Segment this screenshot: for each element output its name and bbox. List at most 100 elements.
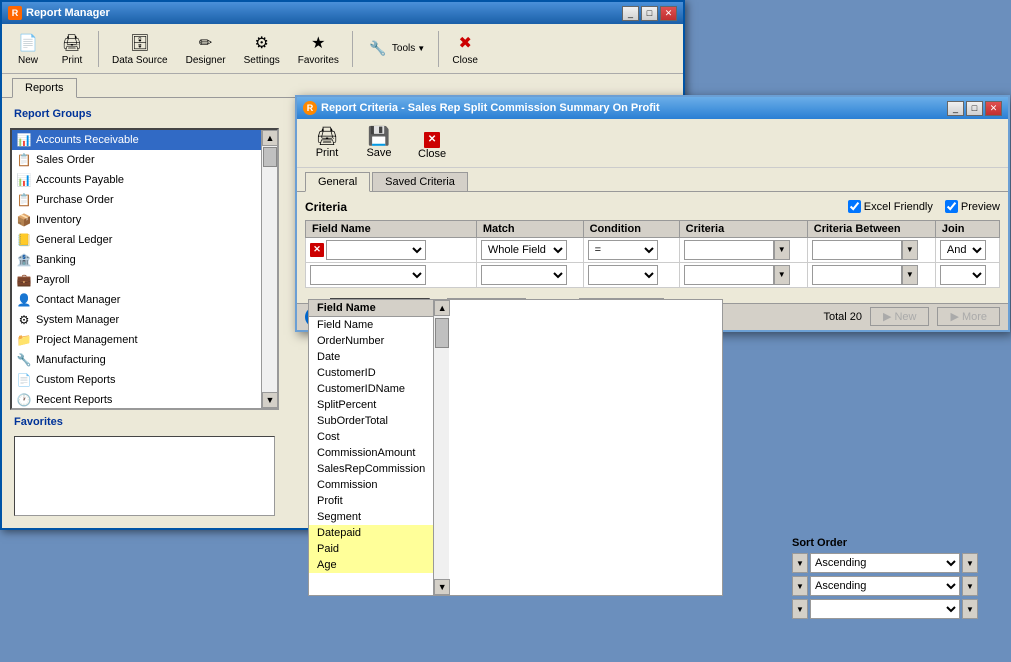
- criteria-maximize-button[interactable]: □: [966, 101, 983, 116]
- report-group-project-management[interactable]: 📁 Project Management: [12, 330, 261, 350]
- sort-row3-select[interactable]: [810, 599, 960, 619]
- saved-criteria-tab[interactable]: Saved Criteria: [372, 172, 468, 191]
- sort-order-section: Sort Order ▼ Ascending ▼ ▼ Ascending ▼ ▼: [792, 537, 992, 622]
- report-group-purchase-order[interactable]: 📋 Purchase Order: [12, 190, 261, 210]
- sort-row1-select[interactable]: Ascending: [810, 553, 960, 573]
- preview-checkbox-label[interactable]: Preview: [945, 200, 1000, 213]
- field-item-fieldname[interactable]: Field Name: [309, 317, 433, 333]
- field-item-segment[interactable]: Segment: [309, 509, 433, 525]
- print-button[interactable]: 🖨 Print: [52, 28, 92, 69]
- settings-label: Settings: [244, 55, 280, 66]
- row1-field-select[interactable]: [326, 240, 426, 260]
- sort-row3-right-btn[interactable]: ▼: [962, 599, 978, 619]
- row1-criteria-dropdown-btn[interactable]: ▼: [774, 240, 790, 260]
- print-label: Print: [62, 55, 83, 66]
- field-item-commission[interactable]: Commission: [309, 477, 433, 493]
- rm-close-button[interactable]: ✖ Close: [445, 28, 485, 69]
- field-item-subordertotal[interactable]: SubOrderTotal: [309, 413, 433, 429]
- settings-button[interactable]: ⚙ Settings: [237, 28, 287, 69]
- new-icon: 📄: [16, 31, 40, 55]
- preview-checkbox[interactable]: [945, 200, 958, 213]
- report-group-custom-reports[interactable]: 📄 Custom Reports: [12, 370, 261, 390]
- row1-match-select[interactable]: Whole Field: [481, 240, 567, 260]
- favorites-button[interactable]: ★ Favorites: [291, 28, 346, 69]
- scroll-thumb[interactable]: [263, 147, 277, 167]
- row1-criteria-between-input[interactable]: [812, 240, 902, 260]
- close-button[interactable]: ✕: [660, 6, 677, 21]
- report-groups-list-container: 📊 Accounts Receivable 📋 Sales Order 📊 Ac…: [10, 128, 279, 410]
- custom-reports-icon: 📄: [16, 372, 32, 388]
- field-item-age[interactable]: Age: [309, 557, 433, 573]
- field-item-salesrepcommission[interactable]: SalesRepCommission: [309, 461, 433, 477]
- row1-criteria-between-btn[interactable]: ▼: [902, 240, 918, 260]
- datasource-button[interactable]: 🗄 Data Source: [105, 28, 175, 69]
- report-group-recent-reports[interactable]: 🕐 Recent Reports: [12, 390, 261, 408]
- criteria-close-button[interactable]: ✕: [985, 101, 1002, 116]
- row2-condition-select[interactable]: [588, 265, 658, 285]
- field-scroll-thumb[interactable]: [435, 318, 449, 348]
- field-scroll-up-btn[interactable]: ▲: [434, 300, 450, 316]
- rm-close-icon: ✖: [453, 31, 477, 55]
- designer-button[interactable]: ✏ Designer: [179, 28, 233, 69]
- reports-tab[interactable]: Reports: [12, 78, 77, 98]
- field-item-ordernumber[interactable]: OrderNumber: [309, 333, 433, 349]
- field-item-splitpercent[interactable]: SplitPercent: [309, 397, 433, 413]
- maximize-button[interactable]: □: [641, 6, 658, 21]
- row2-join-select[interactable]: [940, 265, 986, 285]
- tools-icon: 🔧: [366, 37, 390, 61]
- field-item-datepaid[interactable]: Datepaid: [309, 525, 433, 541]
- row2-criteria-input[interactable]: [684, 265, 774, 285]
- row2-criteria-dropdown-btn[interactable]: ▼: [774, 265, 790, 285]
- favorites-label: Favorites: [298, 55, 339, 66]
- field-item-commissionamount[interactable]: CommissionAmount: [309, 445, 433, 461]
- report-group-accounts-receivable[interactable]: 📊 Accounts Receivable: [12, 130, 261, 150]
- sort-row1-left-btn[interactable]: ▼: [792, 553, 808, 573]
- row1-join-select[interactable]: And: [940, 240, 986, 260]
- row2-match-select[interactable]: [481, 265, 567, 285]
- report-group-contact-manager[interactable]: 👤 Contact Manager: [12, 290, 261, 310]
- status-new-button[interactable]: ▶ New: [870, 307, 929, 326]
- report-group-system-manager[interactable]: ⚙ System Manager: [12, 310, 261, 330]
- sort-row2-select[interactable]: Ascending: [810, 576, 960, 596]
- sort-row1-right-btn[interactable]: ▼: [962, 553, 978, 573]
- row2-criteria-between-btn[interactable]: ▼: [902, 265, 918, 285]
- criteria-close-btn[interactable]: ✕ Close: [409, 123, 455, 163]
- field-item-date[interactable]: Date: [309, 349, 433, 365]
- criteria-print-button[interactable]: 🖨 Print: [305, 123, 349, 163]
- field-item-customeridname[interactable]: CustomerIDName: [309, 381, 433, 397]
- field-scroll-down-btn[interactable]: ▼: [434, 579, 450, 595]
- report-group-manufacturing[interactable]: 🔧 Manufacturing: [12, 350, 261, 370]
- scroll-up-btn[interactable]: ▲: [262, 130, 278, 146]
- sort-row2-left-btn[interactable]: ▼: [792, 576, 808, 596]
- contact-manager-icon: 👤: [16, 292, 32, 308]
- status-more-button[interactable]: ▶ More: [937, 307, 1000, 326]
- contact-manager-label: Contact Manager: [36, 294, 120, 306]
- new-button[interactable]: 📄 New: [8, 28, 48, 69]
- tools-button[interactable]: 🔧 Tools ▼: [359, 34, 432, 64]
- row2-field-select[interactable]: [310, 265, 426, 285]
- excel-friendly-checkbox-label[interactable]: Excel Friendly: [848, 200, 933, 213]
- sort-row2-right-btn[interactable]: ▼: [962, 576, 978, 596]
- report-group-banking[interactable]: 🏦 Banking: [12, 250, 261, 270]
- row2-criteria-between-input[interactable]: [812, 265, 902, 285]
- report-group-inventory[interactable]: 📦 Inventory: [12, 210, 261, 230]
- row1-criteria-input[interactable]: [684, 240, 774, 260]
- minimize-button[interactable]: _: [622, 6, 639, 21]
- field-item-cost[interactable]: Cost: [309, 429, 433, 445]
- banking-label: Banking: [36, 254, 76, 266]
- row1-condition-select[interactable]: =: [588, 240, 658, 260]
- report-group-payroll[interactable]: 💼 Payroll: [12, 270, 261, 290]
- report-group-general-ledger[interactable]: 📒 General Ledger: [12, 230, 261, 250]
- excel-friendly-checkbox[interactable]: [848, 200, 861, 213]
- accounts-receivable-label: Accounts Receivable: [36, 134, 139, 146]
- field-item-paid[interactable]: Paid: [309, 541, 433, 557]
- field-item-profit[interactable]: Profit: [309, 493, 433, 509]
- report-group-accounts-payable[interactable]: 📊 Accounts Payable: [12, 170, 261, 190]
- general-tab[interactable]: General: [305, 172, 370, 192]
- report-group-sales-order[interactable]: 📋 Sales Order: [12, 150, 261, 170]
- scroll-down-btn[interactable]: ▼: [262, 392, 278, 408]
- sort-row3-left-btn[interactable]: ▼: [792, 599, 808, 619]
- criteria-save-button[interactable]: 💾 Save: [357, 123, 401, 163]
- criteria-minimize-button[interactable]: _: [947, 101, 964, 116]
- field-item-customerid[interactable]: CustomerID: [309, 365, 433, 381]
